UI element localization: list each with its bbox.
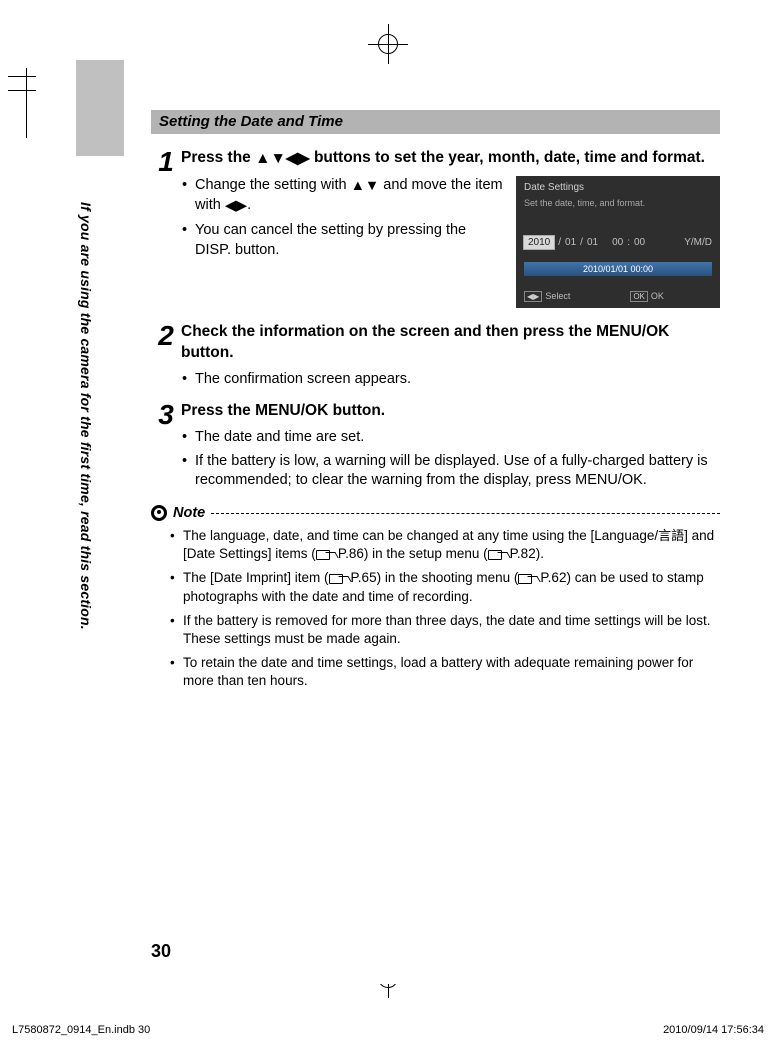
up-down-left-right-icons: ▲▼◀▶ <box>255 149 310 170</box>
reference-icon <box>329 572 351 583</box>
reference-icon <box>316 548 338 559</box>
footer-right: 2010/09/14 17:56:34 <box>663 1024 764 1036</box>
crop-mark-left <box>22 68 30 138</box>
left-right-icons: ◀▶ <box>225 197 247 217</box>
screenshot-subtitle: Set the date, time, and format. <box>524 198 645 208</box>
step-3-bullet-1: The date and time are set. <box>181 428 720 448</box>
manual-page: If you are using the camera for the firs… <box>88 66 748 984</box>
step-2-title: Check the information on the screen and … <box>181 322 720 364</box>
step-3-title: Press the MENU/OK button. <box>181 401 720 422</box>
step-1-bullet-2: You can cancel the setting by pressing t… <box>181 221 504 260</box>
up-down-icons: ▲▼ <box>351 177 380 197</box>
step-3: 3 Press the MENU/OK button. The date and… <box>151 401 720 495</box>
step-number: 3 <box>151 401 181 495</box>
reference-icon <box>488 548 510 559</box>
screenshot-title: Date Settings <box>524 182 584 193</box>
footer-left: L7580872_0914_En.indb 30 <box>12 1024 150 1036</box>
step-number: 2 <box>151 322 181 393</box>
step-number: 1 <box>151 148 181 308</box>
screenshot-date-row: 2010/ 01/ 01 00: 00 Y/M/D <box>524 236 712 249</box>
step-1: 1 Press the ▲▼◀▶ buttons to set the year… <box>151 148 720 308</box>
note-item-2: The [Date Imprint] item (P.65) in the sh… <box>169 569 720 605</box>
note-dashed-line <box>211 513 720 514</box>
reference-icon <box>518 572 540 583</box>
section-title: Setting the Date and Time <box>151 110 720 134</box>
page-number: 30 <box>151 941 171 962</box>
step-3-bullet-2: If the battery is low, a warning will be… <box>181 452 720 491</box>
screenshot-footer: ◀▶Select OKOK <box>524 291 664 302</box>
note-item-3: If the battery is removed for more than … <box>169 612 720 648</box>
print-footer: L7580872_0914_En.indb 30 2010/09/14 17:5… <box>12 1024 764 1036</box>
side-tab <box>76 60 124 156</box>
step-1-title: Press the ▲▼◀▶ buttons to set the year, … <box>181 148 720 170</box>
note-label: Note <box>173 505 205 521</box>
vertical-section-label: If you are using the camera for the firs… <box>78 202 94 630</box>
step-1-bullet-1: Change the setting with ▲▼ and move the … <box>181 176 504 217</box>
step-2: 2 Check the information on the screen an… <box>151 322 720 393</box>
crop-mark-top <box>368 24 408 64</box>
note-heading: Note <box>151 505 720 521</box>
note-icon <box>151 505 167 521</box>
note-item-4: To retain the date and time settings, lo… <box>169 654 720 690</box>
note-item-1: The language, date, and time can be chan… <box>169 527 720 563</box>
step-2-bullet-1: The confirmation screen appears. <box>181 370 720 390</box>
camera-screenshot: Date Settings Set the date, time, and fo… <box>516 176 720 308</box>
screenshot-bar: 2010/01/01 00:00 <box>524 262 712 276</box>
